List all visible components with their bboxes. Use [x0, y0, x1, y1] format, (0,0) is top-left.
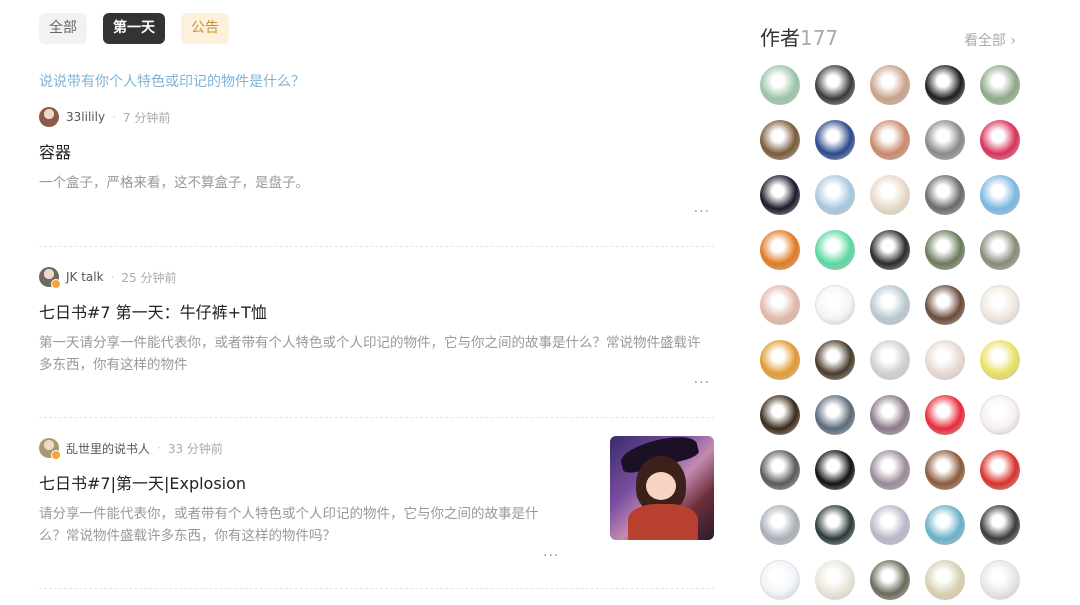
author-avatar[interactable]: [925, 450, 965, 490]
author-avatar[interactable]: [870, 65, 910, 105]
post-feed: 33lilily · 7 分钟前 容器 一个盒子，严格来看，这不算盒子，是盘子。…: [39, 106, 714, 589]
post-title[interactable]: 七日书#7 第一天：牛仔裤+T恤: [39, 299, 714, 323]
thumbnail-cape-shape: [628, 504, 698, 540]
author-avatar[interactable]: [760, 285, 800, 325]
post-item: 33lilily · 7 分钟前 容器 一个盒子，严格来看，这不算盒子，是盘子。…: [39, 106, 714, 247]
tab-bar: 全部 第一天 公告: [39, 13, 229, 44]
post-excerpt: 第一天请分享一件能代表你，或者带有个人特色或个人印记的物件，它与你之间的故事是什…: [39, 332, 714, 376]
author-avatar[interactable]: [870, 340, 910, 380]
author-avatar[interactable]: [815, 395, 855, 435]
post-meta: JK talk · 25 分钟前: [39, 247, 714, 289]
author-avatar[interactable]: [980, 450, 1020, 490]
author-avatar[interactable]: [815, 285, 855, 325]
author-avatar[interactable]: [980, 285, 1020, 325]
author-avatar[interactable]: [925, 340, 965, 380]
author-avatar[interactable]: [815, 120, 855, 160]
author-avatar[interactable]: [815, 505, 855, 545]
author-avatar[interactable]: [980, 560, 1020, 600]
author-avatar[interactable]: [39, 438, 61, 460]
separator-dot: ·: [157, 441, 161, 455]
author-avatar[interactable]: [815, 230, 855, 270]
author-avatar[interactable]: [815, 65, 855, 105]
author-avatar[interactable]: [760, 505, 800, 545]
post-thumbnail-image[interactable]: [610, 436, 714, 540]
author-avatar[interactable]: [870, 505, 910, 545]
post-excerpt: 请分享一件能代表你，或者带有个人特色或个人印记的物件，它与你之间的故事是什 么？…: [39, 503, 559, 547]
author-avatar[interactable]: [980, 175, 1020, 215]
post-excerpt-line: 请分享一件能代表你，或者带有个人特色或个人印记的物件，它与你之间的故事是什: [39, 506, 539, 522]
author-avatar[interactable]: [760, 450, 800, 490]
author-avatar[interactable]: [925, 175, 965, 215]
verified-badge-icon: [51, 450, 61, 460]
topic-question-link[interactable]: 说说带有你个人特色或印记的物件是什么？: [39, 71, 305, 91]
author-avatar[interactable]: [760, 340, 800, 380]
author-avatar[interactable]: [39, 107, 59, 127]
post-meta: 33lilily · 7 分钟前: [39, 106, 714, 128]
author-avatar[interactable]: [925, 120, 965, 160]
author-avatar[interactable]: [870, 450, 910, 490]
author-avatar[interactable]: [925, 560, 965, 600]
author-avatar[interactable]: [870, 230, 910, 270]
author-avatar[interactable]: [870, 285, 910, 325]
post-excerpt-line: 第一天请分享一件能代表你，或者带有个人特色或个人印记的物件，它与你之间的故事是什…: [39, 335, 701, 351]
author-avatar[interactable]: [980, 65, 1020, 105]
author-avatar[interactable]: [980, 395, 1020, 435]
authors-title: 作者: [760, 26, 800, 50]
author-avatar[interactable]: [760, 560, 800, 600]
author-avatar[interactable]: [760, 395, 800, 435]
author-name[interactable]: 乱世里的说书人: [66, 440, 150, 457]
author-avatar[interactable]: [815, 175, 855, 215]
author-avatar[interactable]: [980, 120, 1020, 160]
post-excerpt: 一个盒子，严格来看，这不算盒子，是盘子。: [39, 175, 309, 191]
author-avatar[interactable]: [925, 395, 965, 435]
post-item: JK talk · 25 分钟前 七日书#7 第一天：牛仔裤+T恤 第一天请分享…: [39, 247, 714, 418]
author-avatar-grid: [760, 65, 1020, 600]
see-all-label: 看全部: [963, 33, 1006, 49]
author-avatar[interactable]: [870, 560, 910, 600]
author-name[interactable]: 33lilily: [66, 110, 105, 124]
separator-dot: ·: [112, 110, 116, 124]
author-avatar[interactable]: [925, 230, 965, 270]
tab-announcement[interactable]: 公告: [181, 13, 229, 44]
more-options-icon[interactable]: ···: [543, 548, 559, 564]
author-avatar[interactable]: [815, 340, 855, 380]
author-avatar[interactable]: [760, 175, 800, 215]
author-avatar[interactable]: [925, 285, 965, 325]
author-name[interactable]: JK talk: [66, 270, 104, 284]
author-avatar[interactable]: [39, 267, 61, 289]
author-avatar[interactable]: [870, 120, 910, 160]
author-avatar[interactable]: [870, 395, 910, 435]
more-options-icon[interactable]: ···: [694, 375, 710, 391]
author-avatar[interactable]: [815, 560, 855, 600]
authors-header: 作者177 看全部 ›: [760, 22, 1020, 51]
author-avatar[interactable]: [980, 505, 1020, 545]
chevron-right-icon: ›: [1010, 33, 1016, 49]
authors-sidebar: 作者177 看全部 ›: [760, 22, 1020, 600]
more-options-icon[interactable]: ···: [694, 204, 710, 220]
post-time: 25 分钟前: [121, 270, 177, 285]
author-avatar[interactable]: [925, 65, 965, 105]
separator-dot: ·: [110, 270, 115, 284]
see-all-link[interactable]: 看全部 ›: [964, 30, 1016, 50]
verified-badge-icon: [51, 279, 61, 289]
authors-count: 177: [800, 26, 839, 50]
post-excerpt-line: 么？常说物件盛载许多东西，你有这样的物件吗？: [39, 528, 336, 544]
author-avatar[interactable]: [815, 450, 855, 490]
post-item: 乱世里的说书人 · 33 分钟前 七日书#7|第一天|Explosion 请分享…: [39, 418, 714, 589]
post-time: 7 分钟前: [122, 110, 171, 125]
tab-all[interactable]: 全部: [39, 13, 87, 44]
tab-day-one[interactable]: 第一天: [103, 13, 165, 44]
post-time: 33 分钟前: [167, 441, 223, 456]
post-title[interactable]: 容器: [39, 139, 714, 163]
author-avatar[interactable]: [925, 505, 965, 545]
author-avatar[interactable]: [760, 230, 800, 270]
author-avatar[interactable]: [870, 175, 910, 215]
author-avatar[interactable]: [980, 340, 1020, 380]
author-avatar[interactable]: [980, 230, 1020, 270]
author-avatar[interactable]: [760, 65, 800, 105]
post-excerpt-line: 多东西，你有这样的物件: [39, 357, 188, 373]
thumbnail-face-shape: [646, 472, 676, 500]
author-avatar[interactable]: [760, 120, 800, 160]
